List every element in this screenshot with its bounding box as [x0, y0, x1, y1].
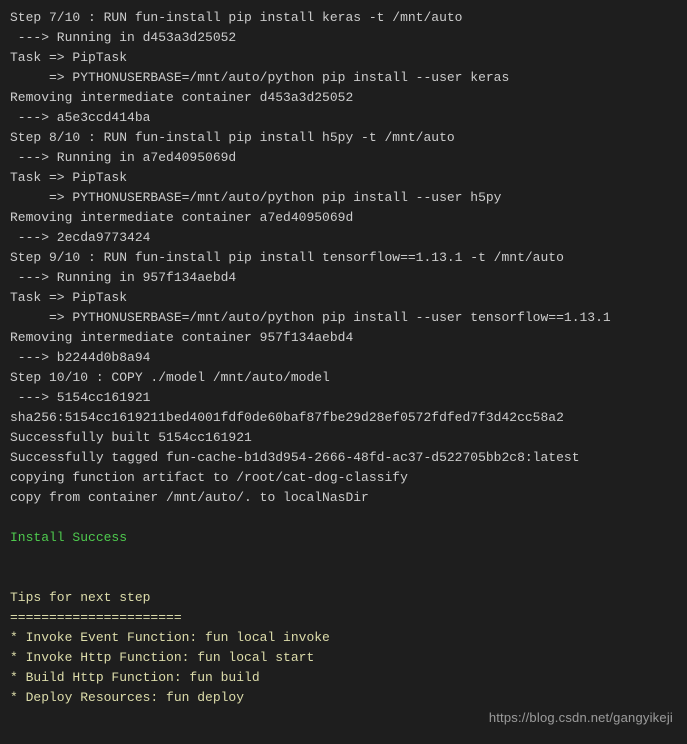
terminal-line: Removing intermediate container a7ed4095…	[10, 208, 677, 228]
terminal-line: => PYTHONUSERBASE=/mnt/auto/python pip i…	[10, 68, 677, 88]
terminal-line: sha256:5154cc1619211bed4001fdf0de60baf87…	[10, 408, 677, 428]
watermark-text: https://blog.csdn.net/gangyikeji	[489, 708, 673, 728]
terminal-line: Successfully built 5154cc161921	[10, 428, 677, 448]
terminal-line: Task => PipTask	[10, 48, 677, 68]
terminal-line: Step 9/10 : RUN fun-install pip install …	[10, 248, 677, 268]
terminal-line: * Deploy Resources: fun deploy	[10, 688, 677, 708]
terminal-line: * Invoke Event Function: fun local invok…	[10, 628, 677, 648]
terminal-line: ---> Running in 957f134aebd4	[10, 268, 677, 288]
terminal-line: ======================	[10, 608, 677, 628]
terminal-line: ---> Running in a7ed4095069d	[10, 148, 677, 168]
terminal-line: Successfully tagged fun-cache-b1d3d954-2…	[10, 448, 677, 468]
terminal-line: Install Success	[10, 528, 677, 548]
terminal-line: => PYTHONUSERBASE=/mnt/auto/python pip i…	[10, 308, 677, 328]
terminal-line: Removing intermediate container d453a3d2…	[10, 88, 677, 108]
terminal-line: ---> 5154cc161921	[10, 388, 677, 408]
terminal-line: ---> 2ecda9773424	[10, 228, 677, 248]
terminal-line: ---> a5e3ccd414ba	[10, 108, 677, 128]
terminal-line: ---> Running in d453a3d25052	[10, 28, 677, 48]
terminal-line: Task => PipTask	[10, 168, 677, 188]
terminal-line: copy from container /mnt/auto/. to local…	[10, 488, 677, 508]
terminal-line: ---> b2244d0b8a94	[10, 348, 677, 368]
terminal-line	[10, 548, 677, 568]
terminal-line: copying function artifact to /root/cat-d…	[10, 468, 677, 488]
terminal-line: Tips for next step	[10, 588, 677, 608]
terminal-line	[10, 568, 677, 588]
terminal-line: * Invoke Http Function: fun local start	[10, 648, 677, 668]
terminal-line: Removing intermediate container 957f134a…	[10, 328, 677, 348]
terminal-line: Step 10/10 : COPY ./model /mnt/auto/mode…	[10, 368, 677, 388]
terminal-line: Step 7/10 : RUN fun-install pip install …	[10, 8, 677, 28]
terminal-line	[10, 508, 677, 528]
terminal-line: => PYTHONUSERBASE=/mnt/auto/python pip i…	[10, 188, 677, 208]
terminal-line: Step 8/10 : RUN fun-install pip install …	[10, 128, 677, 148]
terminal-line: Task => PipTask	[10, 288, 677, 308]
terminal-line: * Build Http Function: fun build	[10, 668, 677, 688]
terminal-output: Step 7/10 : RUN fun-install pip install …	[10, 8, 677, 708]
